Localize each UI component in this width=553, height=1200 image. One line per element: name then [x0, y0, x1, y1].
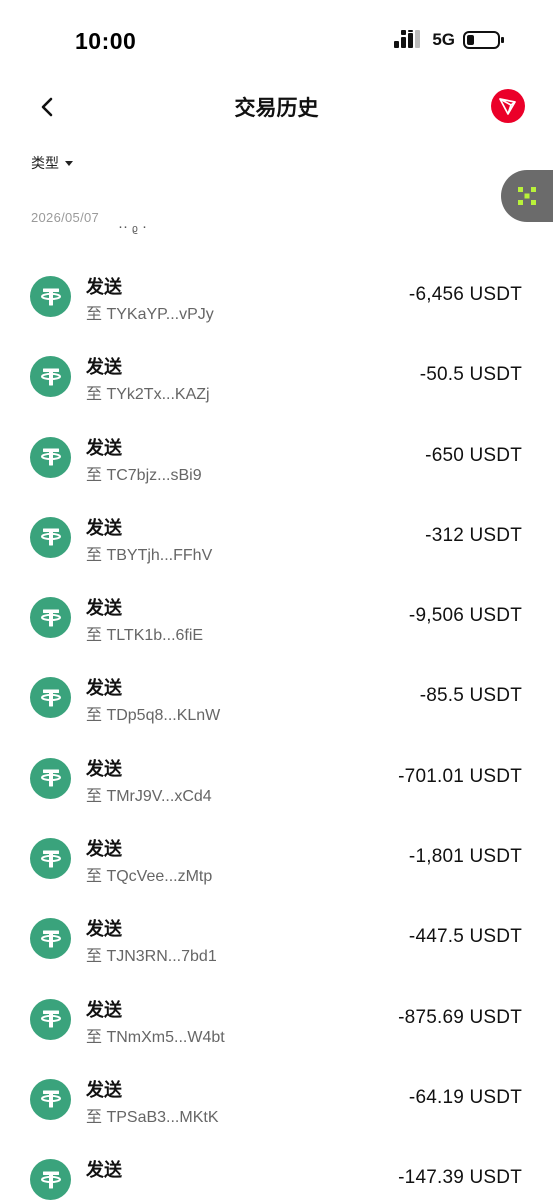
status-time: 10:00	[75, 28, 137, 54]
transaction-type: 发送	[86, 1160, 122, 1181]
transaction-address: 至 TLTK1b...6fiE	[86, 627, 204, 645]
transaction-address: 至 TYKaYP...vPJy	[86, 306, 214, 323]
transaction-amount: -650 USDT	[425, 444, 522, 466]
transaction-row[interactable]: 发送 至 TDp5q8...KLnW -85.5 USDT	[0, 657, 553, 737]
usdt-tether-icon	[30, 436, 71, 478]
transaction-row[interactable]: 发送 至 TQcVee...zMtp -1,801 USDT	[0, 818, 553, 898]
transaction-amount: -9,506 USDT	[408, 605, 522, 627]
date-group-label: 2026/05/07	[31, 210, 100, 225]
transaction-row[interactable]: 发送 -147.39 USDT	[0, 1139, 553, 1200]
transaction-type: 发送	[86, 839, 122, 860]
transaction-address: 至 TQcVee...zMtp	[86, 868, 213, 886]
tron-network-button[interactable]	[491, 89, 525, 123]
transaction-address: 至 TDp5q8...KLnW	[86, 707, 221, 725]
usdt-tether-icon	[30, 516, 71, 558]
transaction-type: 发送	[86, 758, 122, 779]
transaction-amount: -1,801 USDT	[408, 846, 522, 868]
transaction-type: 发送	[86, 678, 122, 699]
transaction-amount: -875.69 USDT	[398, 1006, 522, 1028]
transaction-row[interactable]: 发送 至 TBYTjh...FFhV -312 USDT	[0, 497, 553, 577]
usdt-tether-icon	[30, 1159, 71, 1200]
grid-x-icon	[518, 187, 536, 205]
transaction-amount: -6,456 USDT	[408, 284, 522, 305]
transaction-type: 发送	[86, 437, 122, 458]
transaction-amount: -64.19 USDT	[408, 1086, 522, 1108]
transaction-list: 发送 至 TYKaYP...vPJy -6,456 USDT 发送 至 TYk2…	[0, 256, 553, 1200]
usdt-tether-icon	[30, 1078, 71, 1120]
transaction-row[interactable]: 发送 至 TC7bjz...sBi9 -650 USDT	[0, 417, 553, 497]
caret-down-icon	[65, 161, 73, 166]
usdt-tether-icon	[30, 597, 71, 639]
type-filter-label: 类型	[31, 155, 59, 171]
usdt-tether-icon	[30, 998, 71, 1040]
scrolled-row-remnant-text: ·· ᵨ ·	[118, 226, 148, 235]
floating-tool-button[interactable]	[501, 170, 553, 222]
transaction-amount: -312 USDT	[425, 524, 522, 546]
scrolled-row-remnant: ·· ᵨ ·	[0, 226, 553, 242]
usdt-tether-icon	[30, 677, 71, 719]
nav-bar: 交易历史	[0, 80, 553, 134]
transaction-address: 至 TMrJ9V...xCd4	[86, 787, 212, 805]
page-title: 交易历史	[234, 97, 319, 120]
transaction-type: 发送	[86, 277, 122, 297]
transaction-address: 至 TYk2Tx...KAZj	[86, 386, 210, 404]
transaction-address: 至 TC7bjz...sBi9	[86, 466, 202, 484]
transaction-row[interactable]: 发送 至 TJN3RN...7bd1 -447.5 USDT	[0, 898, 553, 978]
transaction-amount: -147.39 USDT	[398, 1167, 522, 1189]
transaction-address: 至 TPSaB3...MKtK	[86, 1108, 219, 1126]
usdt-tether-icon	[30, 356, 71, 398]
transaction-amount: -447.5 USDT	[408, 926, 522, 948]
transaction-type: 发送	[86, 598, 122, 619]
transaction-amount: -85.5 USDT	[419, 685, 522, 707]
usdt-tether-icon	[30, 276, 71, 317]
transaction-row[interactable]: 发送 至 TLTK1b...6fiE -9,506 USDT	[0, 577, 553, 657]
signal-icon	[394, 30, 421, 48]
transaction-row[interactable]: 发送 至 TYk2Tx...KAZj -50.5 USDT	[0, 336, 553, 416]
transaction-address: 至 TBYTjh...FFhV	[86, 546, 213, 564]
type-filter-dropdown[interactable]: 类型	[31, 153, 73, 173]
transaction-row[interactable]: 发送 至 TPSaB3...MKtK -64.19 USDT	[0, 1059, 553, 1139]
transaction-row[interactable]: 发送 至 TYKaYP...vPJy -6,456 USDT	[0, 256, 553, 336]
status-bar: 10:00 5G	[0, 0, 553, 80]
transaction-type: 发送	[86, 1079, 122, 1100]
usdt-tether-icon	[30, 838, 71, 880]
usdt-tether-icon	[30, 918, 71, 960]
tron-icon	[499, 98, 516, 115]
transaction-type: 发送	[86, 999, 122, 1020]
transaction-row[interactable]: 发送 至 TNmXm5...W4bt -875.69 USDT	[0, 979, 553, 1059]
transaction-type: 发送	[86, 357, 122, 378]
network-label: 5G	[432, 30, 455, 49]
transaction-amount: -50.5 USDT	[419, 364, 522, 386]
status-icons: 5G	[394, 30, 505, 50]
transaction-row[interactable]: 发送 至 TMrJ9V...xCd4 -701.01 USDT	[0, 738, 553, 818]
transaction-type: 发送	[86, 919, 122, 940]
transaction-amount: -701.01 USDT	[398, 765, 522, 787]
transaction-address: 至 TJN3RN...7bd1	[86, 948, 217, 966]
battery-icon	[463, 31, 504, 49]
transaction-address: 至 TNmXm5...W4bt	[86, 1028, 225, 1046]
transaction-type: 发送	[86, 517, 122, 538]
usdt-tether-icon	[30, 757, 71, 799]
